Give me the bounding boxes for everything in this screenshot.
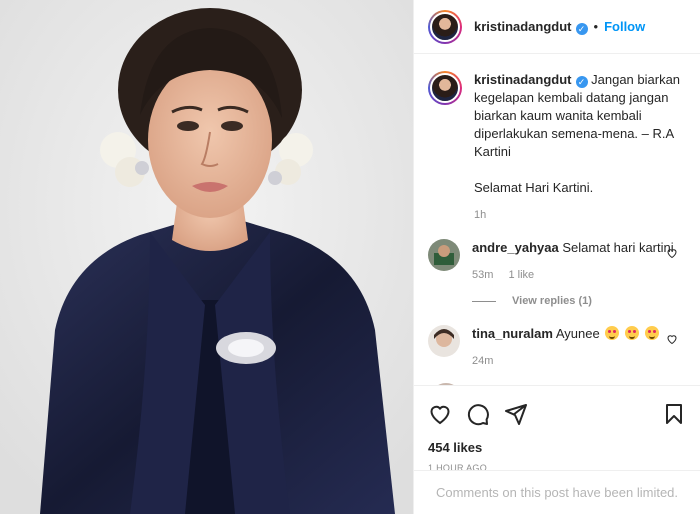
caption-text: kristinadangdut ✓ Jangan biarkan kegelapa… [474, 71, 686, 161]
verified-badge-icon: ✓ [575, 22, 588, 35]
comments-limited-notice: Comments on this post have been limited. [414, 470, 700, 514]
heart-icon[interactable] [428, 402, 452, 426]
view-replies-button[interactable]: View replies (1) [472, 295, 686, 307]
smile-emoji-icon [644, 326, 659, 340]
comment-age[interactable]: 53m [472, 269, 493, 281]
action-icons [428, 402, 686, 426]
verified-badge-icon: ✓ [575, 76, 588, 88]
avatar-image [428, 325, 460, 357]
comments-section[interactable]: kristinadangdut ✓ Jangan biarkan kegelapa… [414, 55, 700, 385]
commenter-username[interactable]: tina_nuralam [472, 326, 553, 341]
comment-heart-icon[interactable] [666, 247, 678, 259]
post-photo[interactable] [0, 0, 413, 514]
post-actions: 454 likes 1 HOUR AGO [414, 385, 700, 473]
comment-meta: 24m [472, 355, 686, 367]
paper-plane-icon[interactable] [504, 402, 528, 426]
comment-item: tina_nuralam Ayunee 24m [428, 325, 686, 367]
replies-line [472, 300, 496, 302]
comment-meta: 53m 1 like [472, 269, 686, 281]
kiss-emoji-icon [624, 326, 639, 340]
comment-text: andre_yahyaa Selamat hari kartini [472, 239, 686, 257]
comment-likes[interactable]: 1 like [508, 269, 534, 281]
bookmark-icon[interactable] [662, 402, 686, 426]
comment-body: Ayunee [555, 326, 600, 341]
avatar-image [428, 239, 460, 271]
comment-text: tina_nuralam Ayunee [472, 325, 686, 343]
likes-count[interactable]: 454 likes [428, 440, 686, 455]
author-avatar[interactable] [428, 9, 462, 44]
comment-icon[interactable] [466, 402, 490, 426]
author-username[interactable]: kristinadangdut ✓ [474, 19, 588, 35]
heart-eyes-emoji-icon [605, 326, 620, 340]
caption-avatar[interactable] [428, 71, 462, 105]
comment-heart-icon[interactable] [666, 333, 678, 345]
post-side-panel: kristinadangdut ✓ • Follow kristinadangdu… [413, 0, 700, 514]
caption-age[interactable]: 1h [474, 209, 486, 221]
post-header: kristinadangdut ✓ • Follow [414, 0, 700, 54]
comment-age[interactable]: 24m [472, 355, 493, 367]
commenter-avatar[interactable] [428, 325, 460, 357]
follow-button[interactable]: Follow [604, 19, 645, 34]
caption-username[interactable]: kristinadangdut [474, 72, 572, 87]
separator-dot: • [593, 19, 599, 34]
commenter-avatar[interactable] [428, 239, 460, 271]
portrait-image [0, 0, 413, 514]
comment-item: andre_yahyaa Selamat hari kartini 53m 1 … [428, 239, 686, 281]
caption-block: kristinadangdut ✓ Jangan biarkan kegelapa… [428, 71, 686, 221]
caption-greeting: Selamat Hari Kartini. [474, 180, 594, 195]
commenter-username[interactable]: andre_yahyaa [472, 240, 559, 255]
caption-meta: 1h [474, 209, 686, 221]
comment-body: Selamat hari kartini [562, 240, 674, 255]
